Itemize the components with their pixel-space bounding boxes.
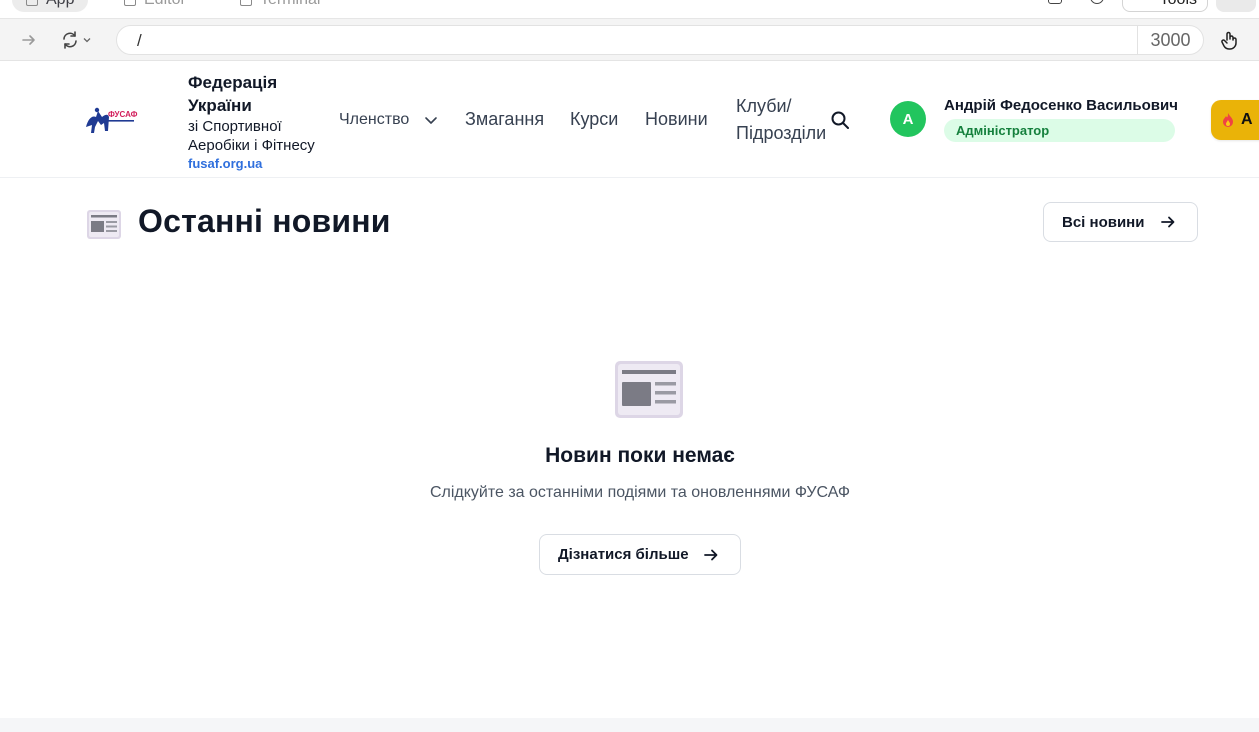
newspaper-icon xyxy=(87,210,121,239)
tab-app-label: App xyxy=(46,0,74,9)
nav-membership-label: Членство xyxy=(339,110,410,128)
site-header: ФУСАФ Федерація України зі Спортивної Ае… xyxy=(0,61,1259,178)
user-name[interactable]: Андрій Федосенко Васильович xyxy=(944,97,1178,114)
tab-terminal-label: Terminal xyxy=(260,0,320,9)
tools-button[interactable]: Tools xyxy=(1122,0,1208,12)
empty-state-subtitle: Слідкуйте за останніми подіями та оновле… xyxy=(429,484,851,501)
browser-toolbar: / 3000 xyxy=(0,18,1259,61)
nav-clubs-line1: Клуби/ xyxy=(736,95,792,116)
nav-news-label: Новини xyxy=(645,109,708,129)
nav-membership[interactable]: Членство xyxy=(339,61,439,178)
editor-icon xyxy=(124,0,136,6)
section-title: Останні новини xyxy=(138,203,391,239)
window-icon[interactable] xyxy=(1048,0,1062,4)
browser-tab-strip: App Editor Terminal Tools xyxy=(0,0,1259,18)
arrow-right-icon xyxy=(22,35,35,45)
avatar[interactable]: А xyxy=(890,101,926,137)
settings-icon[interactable] xyxy=(1090,0,1104,4)
tab-editor[interactable]: Editor xyxy=(124,0,186,12)
header-cta-button[interactable]: А xyxy=(1211,100,1259,140)
chevron-down-icon xyxy=(83,38,91,43)
nav-clubs[interactable]: Клуби/ Підрозділи xyxy=(736,61,826,178)
role-badge: Адміністратор xyxy=(944,119,1175,142)
header-cta-label: А xyxy=(1241,111,1253,128)
forward-button[interactable] xyxy=(18,29,40,51)
org-site-link[interactable]: fusaf.org.ua xyxy=(188,155,338,173)
app-icon xyxy=(26,0,38,6)
address-bar[interactable]: / 3000 xyxy=(116,25,1204,55)
flame-icon xyxy=(1223,113,1233,127)
search-icon[interactable] xyxy=(828,108,852,132)
org-name-line1: Федерація України xyxy=(188,73,278,115)
port-field[interactable]: 3000 xyxy=(1137,26,1203,54)
tab-editor-label: Editor xyxy=(144,0,186,9)
nav-competitions[interactable]: Змагання xyxy=(465,61,544,178)
nav-courses[interactable]: Курси xyxy=(570,61,618,178)
url-text: / xyxy=(137,31,142,50)
all-news-button[interactable]: Всі новини xyxy=(1043,202,1198,242)
fusaf-logo[interactable]: ФУСАФ xyxy=(84,105,140,135)
tab-app[interactable]: App xyxy=(12,0,89,12)
chevron-down-icon xyxy=(425,116,438,124)
reload-icon xyxy=(63,31,77,49)
tools-label: Tools xyxy=(1160,0,1197,9)
svg-text:ФУСАФ: ФУСАФ xyxy=(108,110,138,119)
newspaper-icon xyxy=(615,361,683,418)
panel-toggle-button[interactable] xyxy=(1216,0,1256,12)
reload-button[interactable] xyxy=(60,29,98,51)
org-name-line2: зі Спортивної Аеробіки і Фітнесу xyxy=(188,118,315,154)
tab-terminal[interactable]: Terminal xyxy=(240,0,320,12)
pointer-hand-icon[interactable] xyxy=(1218,29,1242,53)
terminal-icon xyxy=(240,0,252,6)
nav-competitions-label: Змагання xyxy=(465,109,545,129)
learn-more-label: Дізнатися більше xyxy=(558,546,689,563)
empty-state-title: Новин поки немає xyxy=(545,444,735,467)
arrow-right-icon xyxy=(703,549,717,560)
nav-news[interactable]: Новини xyxy=(645,61,708,178)
footer-strip xyxy=(0,718,1259,732)
arrow-right-icon xyxy=(1161,216,1175,228)
org-name[interactable]: Федерація України зі Спортивної Аеробіки… xyxy=(188,71,338,173)
nav-clubs-line2: Підрозділи xyxy=(736,122,827,143)
learn-more-button[interactable]: Дізнатися більше xyxy=(539,534,741,575)
all-news-label: Всі новини xyxy=(1062,213,1145,231)
nav-courses-label: Курси xyxy=(570,109,619,129)
